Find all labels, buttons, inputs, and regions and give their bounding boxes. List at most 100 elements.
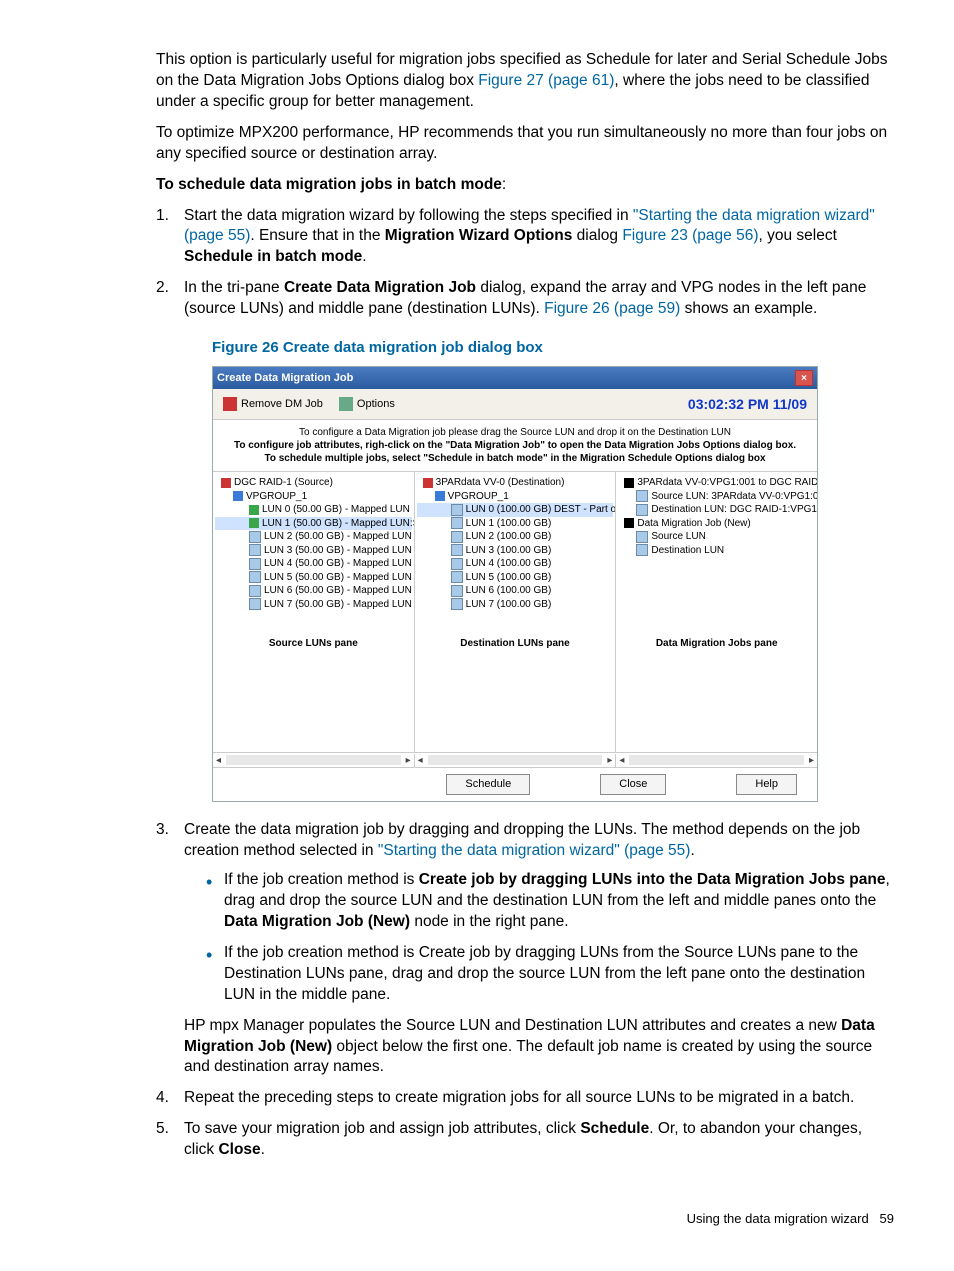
job-1-dst[interactable]: Destination LUN: DGC RAID-1:VPG1:000 — [618, 503, 815, 517]
dst-lun-1[interactable]: LUN 1 (100.00 GB) — [417, 517, 614, 531]
schedule-button[interactable]: Schedule — [446, 774, 530, 795]
dst-lun-3[interactable]: LUN 3 (100.00 GB) — [417, 544, 614, 558]
dialog-toolbar: Remove DM Job Options 03:02:32 PM 11/09 — [213, 389, 817, 420]
steps-list: 1. Start the data migration wizard by fo… — [156, 206, 894, 1162]
clock-label: 03:02:32 PM 11/09 — [688, 395, 807, 414]
scroll-right-icon[interactable]: ▸ — [806, 754, 817, 768]
horizontal-scrollbar[interactable]: ◂▸ ◂▸ ◂▸ — [213, 752, 817, 767]
job-icon — [624, 518, 634, 528]
link-figure-23[interactable]: Figure 23 (page 56) — [622, 227, 758, 244]
dst-lun-5[interactable]: LUN 5 (100.00 GB) — [417, 571, 614, 585]
dest-pane-label: Destination LUNs pane — [415, 637, 616, 651]
dst-vpg[interactable]: VPGROUP_1 — [417, 490, 614, 504]
array-icon — [221, 478, 231, 488]
job-2-src[interactable]: Source LUN — [618, 530, 815, 544]
job-icon — [624, 478, 634, 488]
destination-luns-pane[interactable]: 3PARdata VV-0 (Destination) VPGROUP_1 LU… — [415, 472, 617, 752]
help-button[interactable]: Help — [736, 774, 797, 795]
remove-icon — [223, 397, 237, 411]
src-root[interactable]: DGC RAID-1 (Source) — [215, 476, 412, 490]
scroll-right-icon[interactable]: ▸ — [403, 754, 414, 768]
lun-icon — [249, 544, 261, 556]
create-dm-job-dialog: Create Data Migration Job × Remove DM Jo… — [212, 366, 818, 802]
bullet-create-src-to-dst: If the job creation method is Create job… — [224, 943, 894, 1006]
dm-jobs-pane[interactable]: 3PARdata VV-0:VPG1:001 to DGC RAID-1:VP … — [616, 472, 817, 752]
options-icon — [339, 397, 353, 411]
dialog-titlebar[interactable]: Create Data Migration Job × — [213, 367, 817, 389]
scroll-left-icon[interactable]: ◂ — [415, 754, 426, 768]
dialog-title: Create Data Migration Job — [217, 371, 353, 386]
lun-icon — [451, 517, 463, 529]
page-number: 59 — [880, 1211, 894, 1226]
figure-26-caption: Figure 26 Create data migration job dial… — [212, 338, 894, 358]
link-figure-26[interactable]: Figure 26 (page 59) — [544, 300, 680, 317]
src-lun-1[interactable]: LUN 1 (50.00 GB) - Mapped LUN:SF — [215, 517, 412, 531]
src-lun-7[interactable]: LUN 7 (50.00 GB) - Mapped LUN — [215, 598, 412, 612]
step-1: 1. Start the data migration wizard by fo… — [156, 206, 894, 269]
step-3-bullets: If the job creation method is Create job… — [184, 870, 894, 1006]
dst-lun-0[interactable]: LUN 0 (100.00 GB) DEST - Part of s — [417, 503, 614, 517]
scroll-right-icon[interactable]: ▸ — [604, 754, 615, 768]
job-2-new[interactable]: Data Migration Job (New) — [618, 517, 815, 531]
job-2-dst[interactable]: Destination LUN — [618, 544, 815, 558]
dst-lun-7[interactable]: LUN 7 (100.00 GB) — [417, 598, 614, 612]
vpg-icon — [233, 491, 243, 501]
source-luns-pane[interactable]: DGC RAID-1 (Source) VPGROUP_1 LUN 0 (50.… — [213, 472, 415, 752]
lun-icon — [451, 558, 463, 570]
lun-icon — [249, 571, 261, 583]
lun-icon — [249, 505, 259, 515]
lun-icon — [249, 558, 261, 570]
intro-para-1: This option is particularly useful for m… — [156, 50, 894, 113]
lun-icon — [249, 598, 261, 610]
dst-lun-2[interactable]: LUN 2 (100.00 GB) — [417, 530, 614, 544]
dst-root[interactable]: 3PARdata VV-0 (Destination) — [417, 476, 614, 490]
link-starting-wizard-2[interactable]: "Starting the data migration wizard" (pa… — [378, 842, 691, 859]
lun-icon — [451, 504, 463, 516]
array-icon — [423, 478, 433, 488]
scroll-left-icon[interactable]: ◂ — [616, 754, 627, 768]
options-button[interactable]: Options — [339, 397, 395, 412]
lun-icon — [451, 571, 463, 583]
src-lun-6[interactable]: LUN 6 (50.00 GB) - Mapped LUN — [215, 584, 412, 598]
lun-icon — [451, 531, 463, 543]
dst-lun-6[interactable]: LUN 6 (100.00 GB) — [417, 584, 614, 598]
remove-dm-job-button[interactable]: Remove DM Job — [223, 397, 323, 412]
lun-icon — [636, 490, 648, 502]
bullet-create-into-jobs-pane: If the job creation method is Create job… — [224, 870, 894, 933]
lun-icon — [451, 544, 463, 556]
lun-icon — [249, 531, 261, 543]
heading-schedule-batch: To schedule data migration jobs in batch… — [156, 175, 894, 196]
job-1[interactable]: 3PARdata VV-0:VPG1:001 to DGC RAID-1:VP — [618, 476, 815, 490]
job-1-src[interactable]: Source LUN: 3PARdata VV-0:VPG1:001 — [618, 490, 815, 504]
step-5: 5. To save your migration job and assign… — [156, 1119, 894, 1161]
intro-para-2: To optimize MPX200 performance, HP recom… — [156, 123, 894, 165]
lun-icon — [636, 531, 648, 543]
lun-icon — [249, 518, 259, 528]
dst-lun-4[interactable]: LUN 4 (100.00 GB) — [417, 557, 614, 571]
src-lun-5[interactable]: LUN 5 (50.00 GB) - Mapped LUN — [215, 571, 412, 585]
src-lun-3[interactable]: LUN 3 (50.00 GB) - Mapped LUN — [215, 544, 412, 558]
lun-icon — [636, 544, 648, 556]
dialog-button-row: Schedule Close Help — [213, 767, 817, 801]
step-2: 2. In the tri-pane Create Data Migration… — [156, 278, 894, 802]
page-footer: Using the data migration wizard 59 — [156, 1211, 894, 1226]
lun-icon — [451, 585, 463, 597]
step-3: 3. Create the data migration job by drag… — [156, 820, 894, 1078]
src-lun-2[interactable]: LUN 2 (50.00 GB) - Mapped LUN — [215, 530, 412, 544]
jobs-pane-label: Data Migration Jobs pane — [616, 637, 817, 651]
src-lun-0[interactable]: LUN 0 (50.00 GB) - Mapped LUN — [215, 503, 412, 517]
close-button[interactable]: Close — [600, 774, 666, 795]
tri-pane: DGC RAID-1 (Source) VPGROUP_1 LUN 0 (50.… — [213, 472, 817, 752]
link-figure-27[interactable]: Figure 27 (page 61) — [478, 72, 614, 89]
lun-icon — [636, 504, 648, 516]
src-lun-4[interactable]: LUN 4 (50.00 GB) - Mapped LUN — [215, 557, 412, 571]
scroll-left-icon[interactable]: ◂ — [213, 754, 224, 768]
dialog-instructions: To configure a Data Migration job please… — [213, 420, 817, 472]
src-vpg[interactable]: VPGROUP_1 — [215, 490, 412, 504]
close-icon[interactable]: × — [795, 370, 813, 386]
vpg-icon — [435, 491, 445, 501]
step-4: 4. Repeat the preceding steps to create … — [156, 1088, 894, 1109]
lun-icon — [249, 585, 261, 597]
source-pane-label: Source LUNs pane — [213, 637, 414, 651]
lun-icon — [451, 598, 463, 610]
